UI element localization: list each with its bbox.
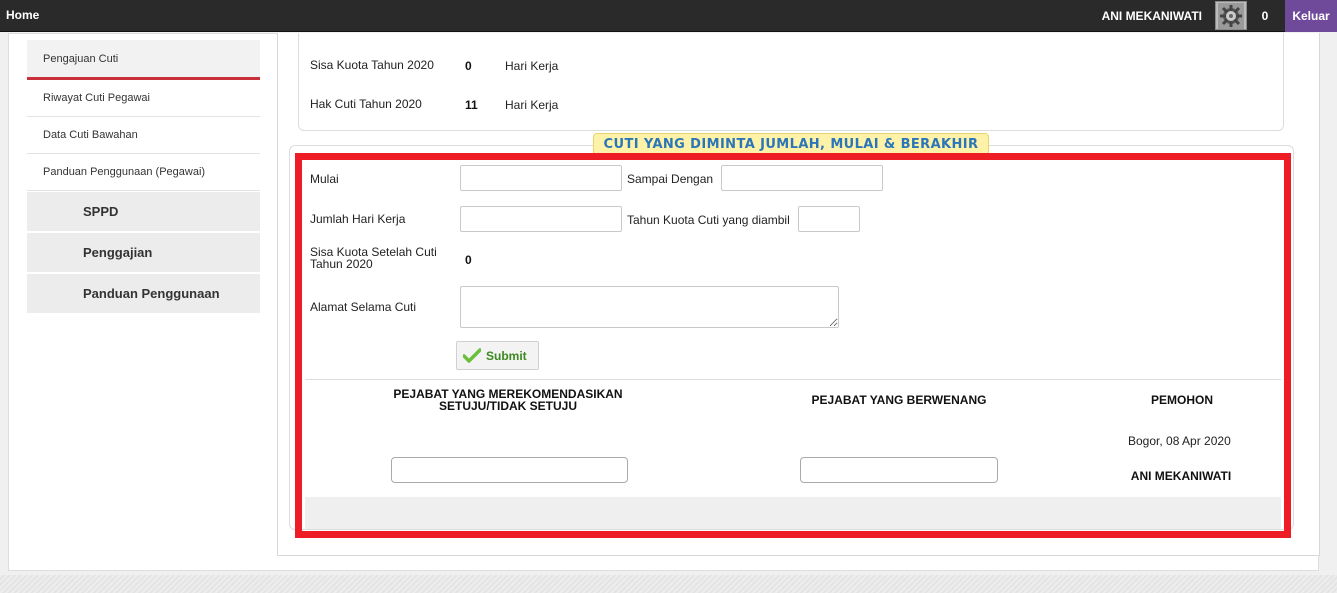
hak-cuti-value: 11 [465,98,478,112]
berwenang-heading: PEJABAT YANG BERWENANG [811,393,987,407]
page-footer-strip [0,575,1337,593]
sisa-setelah-value: 0 [465,253,472,267]
checkmark-icon [463,347,481,363]
sisa-kuota-unit: Hari Kerja [505,59,559,73]
hak-cuti-label: Hak Cuti Tahun 2020 [310,97,422,111]
section-title: CUTI YANG DIMINTA JUMLAH, MULAI & BERAKH… [593,133,989,155]
submit-label: Submit [486,348,527,363]
berwenang-input[interactable] [800,457,998,483]
pemohon-heading: PEMOHON [1150,393,1213,407]
form-divider [305,379,1281,380]
home-link[interactable]: Home [6,8,39,22]
avatar[interactable] [1215,1,1247,30]
user-name: ANI MEKANIWATI [1101,9,1202,23]
sampai-dengan-label: Sampai Dengan [627,172,714,186]
tahun-kuota-label: Tahun Kuota Cuti yang diambil [627,213,790,227]
form-footer-strip [305,497,1281,529]
pemohon-name: ANI MEKANIWATI [1130,469,1232,483]
rekomendasi-heading: PEJABAT YANG MEREKOMENDASIKAN SETUJU/TID… [388,388,628,412]
place-date: Bogor, 08 Apr 2020 [1128,434,1231,448]
sidebar-item-panduan-pegawai[interactable]: Panduan Penggunaan (Pegawai) [27,154,260,191]
notification-count[interactable]: 0 [1258,9,1272,23]
mulai-input[interactable] [460,165,622,191]
quota-panel [298,33,1284,131]
sisa-kuota-label: Sisa Kuota Tahun 2020 [310,58,434,72]
sidebar-section-penggajian[interactable]: Penggajian [27,233,260,273]
sisa-kuota-value: 0 [465,59,472,73]
alamat-label: Alamat Selama Cuti [310,300,417,314]
sidebar-section-panduan[interactable]: Panduan Penggunaan [27,274,260,314]
hak-cuti-unit: Hari Kerja [505,98,559,112]
alamat-textarea[interactable] [460,286,839,328]
jumlah-hari-input[interactable] [460,206,622,232]
rekomendasi-heading-line2: SETUJU/TIDAK SETUJU [438,399,578,413]
mulai-label: Mulai [310,172,339,186]
sidebar-section-sppd[interactable]: SPPD [27,192,260,232]
tahun-kuota-input[interactable] [798,206,860,232]
sisa-setelah-label-line2: Tahun 2020 [310,257,373,271]
sidebar-item-data-cuti-bawahan[interactable]: Data Cuti Bawahan [27,117,260,154]
sidebar-item-pengajuan-cuti[interactable]: Pengajuan Cuti [27,40,260,80]
jumlah-hari-label: Jumlah Hari Kerja [310,212,406,226]
submit-button[interactable]: Submit [456,341,539,370]
top-navbar: Home ANI MEKANIWATI 0 Keluar [0,0,1337,32]
logout-button[interactable]: Keluar [1285,0,1337,32]
gear-avatar-icon [1218,2,1244,29]
sampai-dengan-input[interactable] [721,165,883,191]
rekomendasi-input[interactable] [391,457,628,483]
sidebar-item-riwayat-cuti[interactable]: Riwayat Cuti Pegawai [27,80,260,117]
